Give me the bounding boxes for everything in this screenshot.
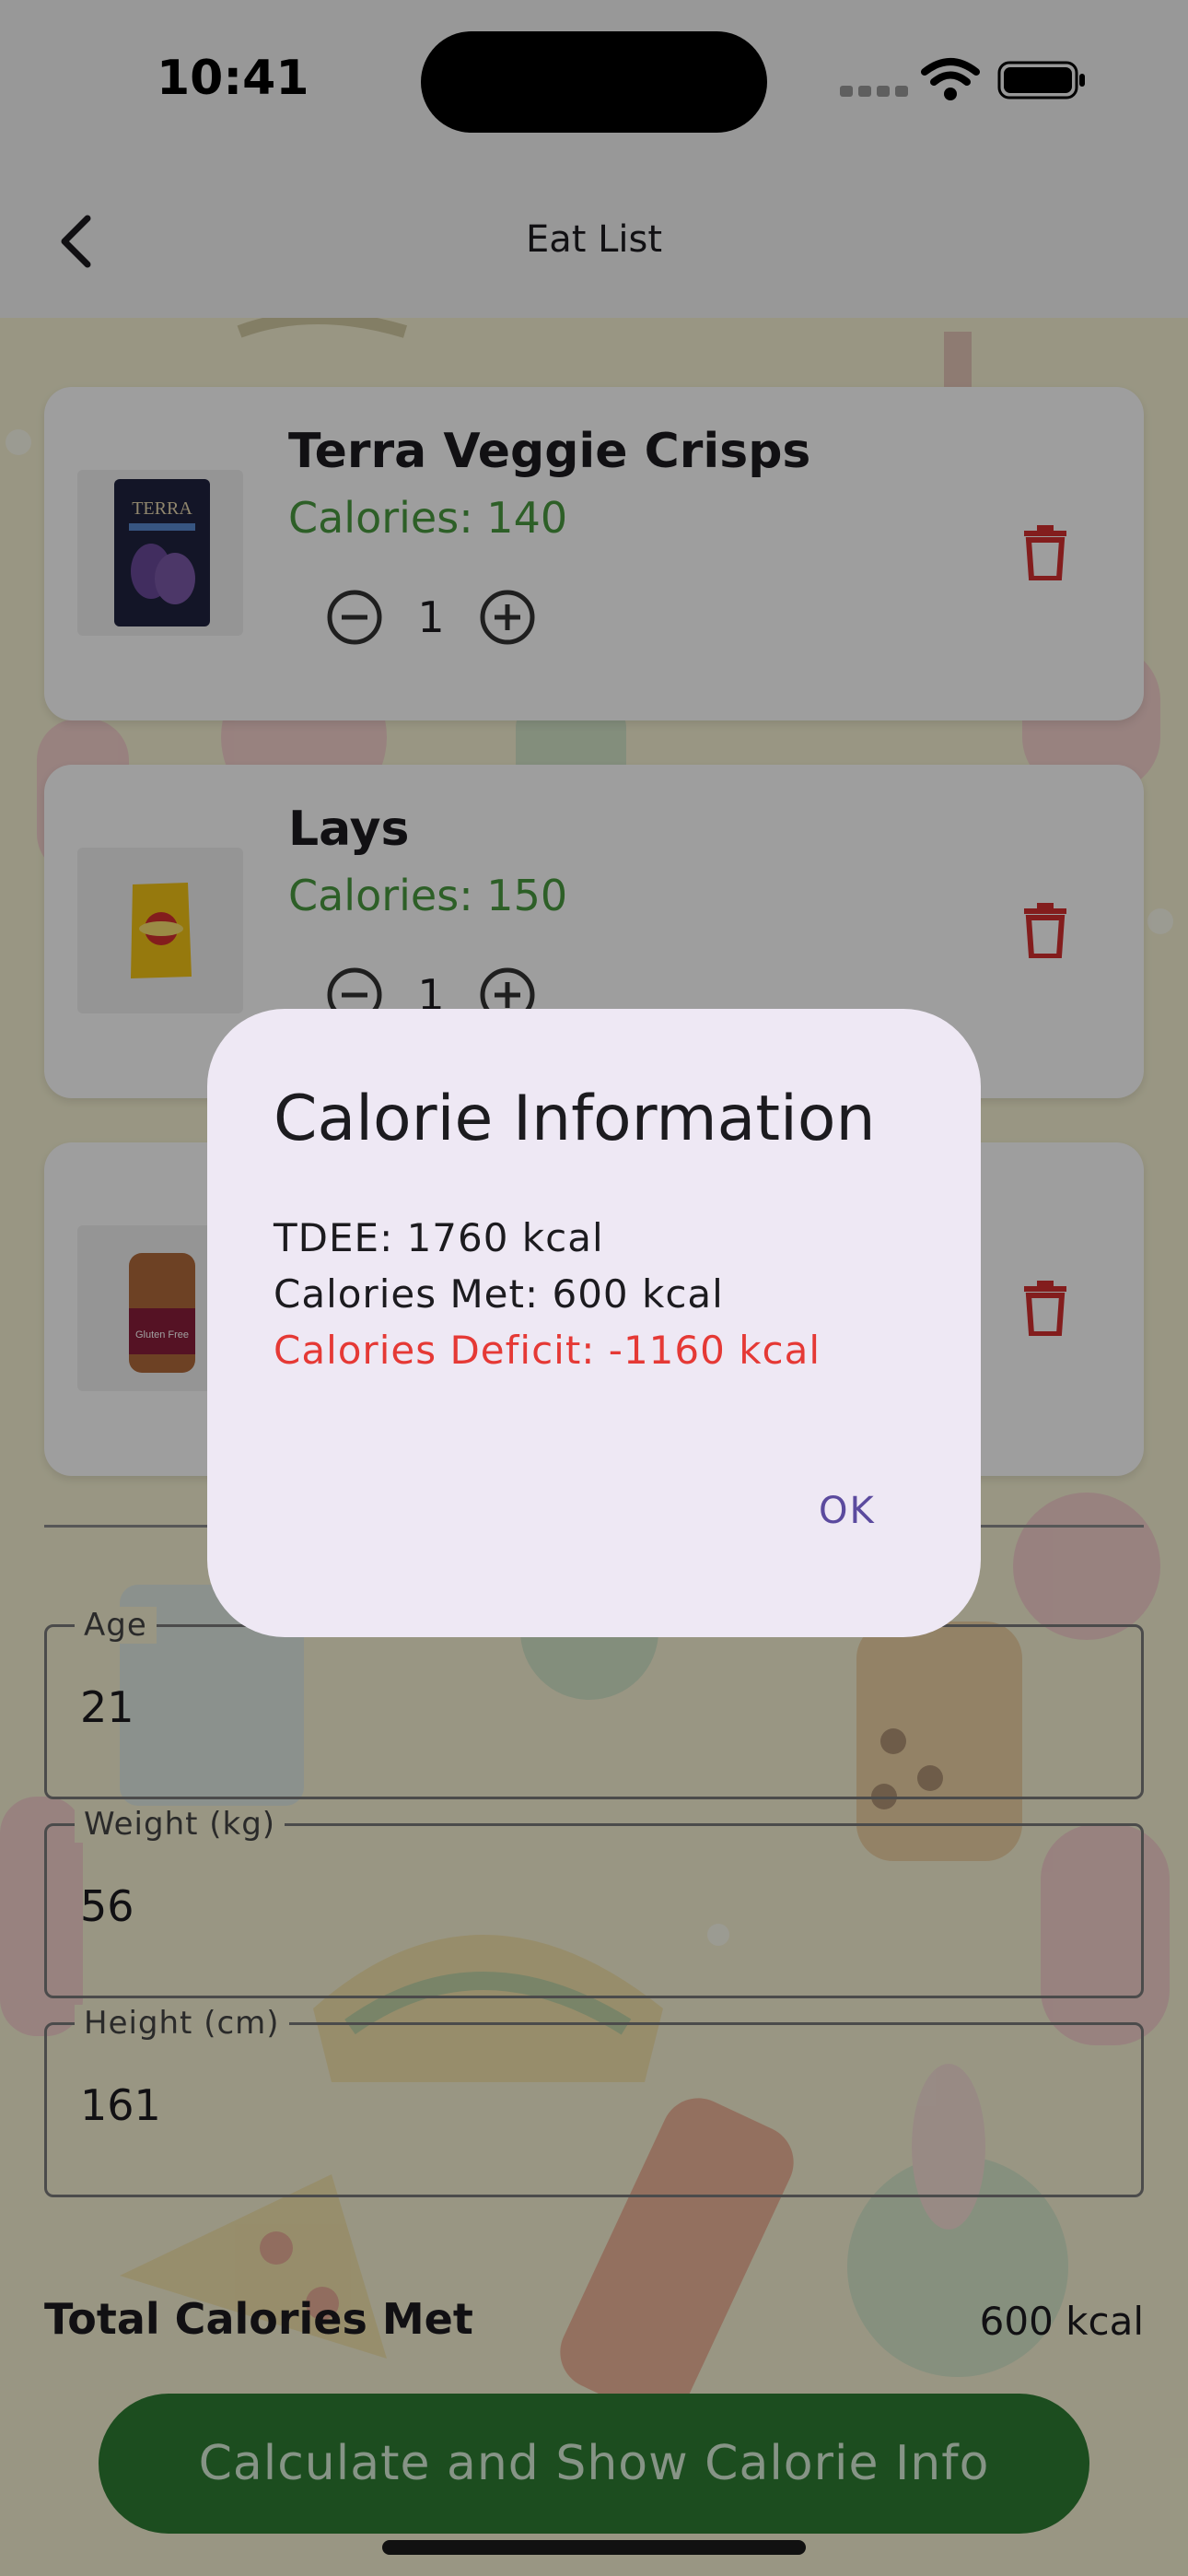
home-indicator <box>382 2540 806 2555</box>
calorie-info-dialog: Calorie Information TDEE: 1760 kcal Calo… <box>207 1009 981 1637</box>
dialog-title: Calorie Information <box>274 1083 876 1155</box>
calories-deficit-text: Calories Deficit: -1160 kcal <box>274 1328 821 1373</box>
calories-met-text: Calories Met: 600 kcal <box>274 1271 724 1317</box>
ok-button[interactable]: OK <box>797 1479 898 1543</box>
tdee-text: TDEE: 1760 kcal <box>274 1215 604 1260</box>
dialog-body: TDEE: 1760 kcal Calories Met: 600 kcal C… <box>274 1210 821 1378</box>
